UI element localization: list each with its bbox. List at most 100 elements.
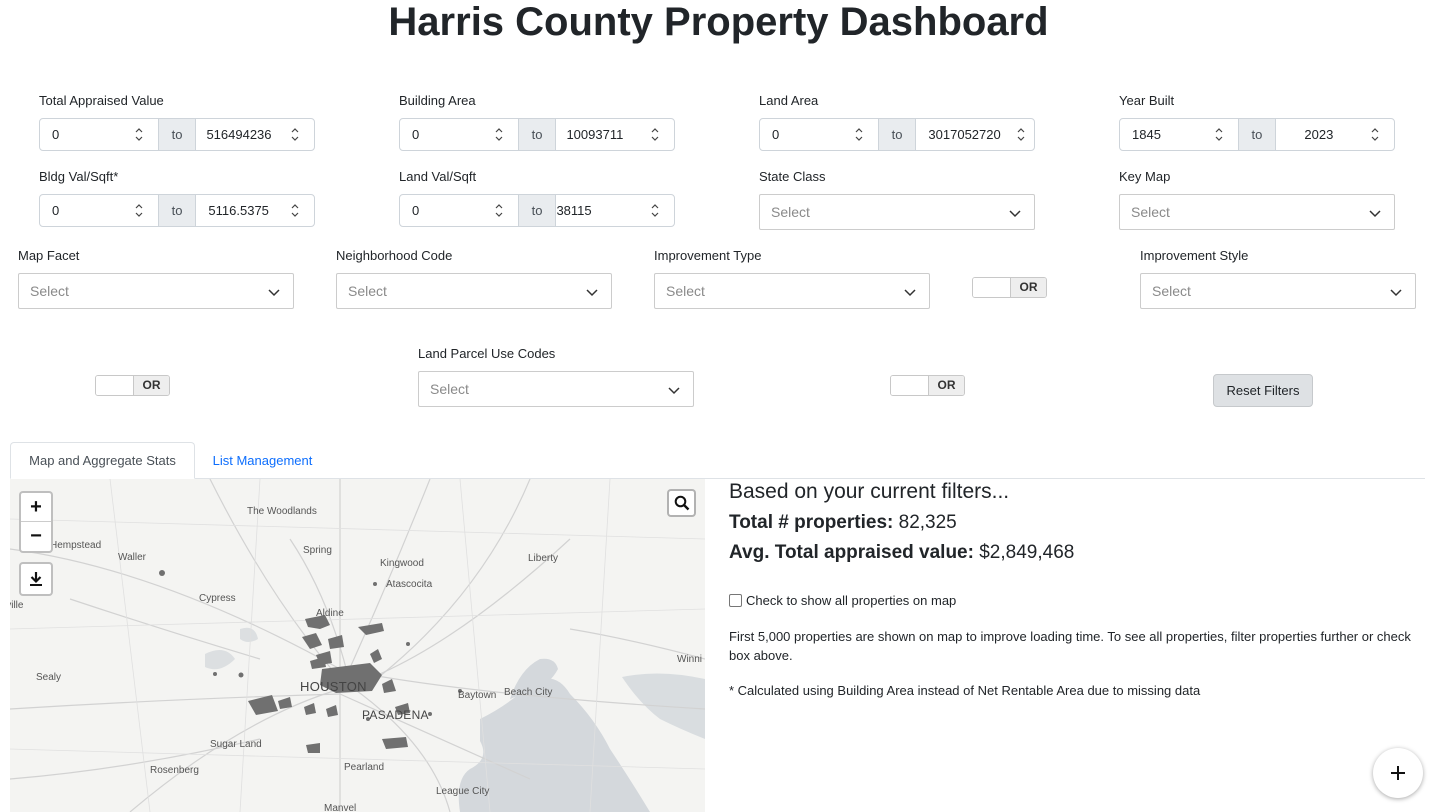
toggle-label: OR [134,376,169,395]
map-label-liberty: Liberty [528,553,559,564]
spinner-icon[interactable] [650,202,660,219]
map-label-the-woodlands: The Woodlands [247,506,317,517]
key-map-select[interactable]: Select [1119,194,1395,230]
state-class-placeholder: Select [771,204,810,220]
year-built-max-input[interactable]: 2023 [1276,119,1394,150]
improvement-style-placeholder: Select [1152,283,1191,299]
spinner-icon[interactable] [290,202,300,219]
spinner-icon[interactable] [290,126,300,143]
bldg-val-sqft-min-input[interactable]: 0 [40,195,159,226]
land-parcel-use-codes-label: Land Parcel Use Codes [418,346,556,361]
land-area-max-input[interactable]: 3017052720 [916,119,1034,150]
improvement-style-label: Improvement Style [1140,248,1249,263]
land-parcel-or-toggle[interactable]: OR [890,375,965,396]
building-area-min-input[interactable]: 0 [400,119,519,150]
avg-appraised-value-stat: Avg. Total appraised value: $2,849,468 [729,542,1074,564]
zoom-control: + − [19,491,53,553]
toggle-knob [973,278,1011,297]
plus-icon [1391,766,1405,780]
range-separator: to [158,119,197,150]
map-view[interactable]: The Woodlands Hempstead Waller Spring Ki… [10,479,705,812]
chevron-down-icon [1009,210,1021,218]
range-separator: to [518,195,557,226]
spinner-icon[interactable] [1016,126,1026,143]
total-properties-value: 82,325 [898,512,957,533]
download-button[interactable] [19,562,53,596]
land-val-sqft-range: 0 to 38115 [399,194,675,227]
map-facet-label: Map Facet [18,248,80,263]
spinner-icon[interactable] [494,126,504,143]
spinner-icon[interactable] [134,126,144,143]
range-separator: to [878,119,917,150]
tab-list-management[interactable]: List Management [200,442,325,479]
land-area-min-input[interactable]: 0 [760,119,879,150]
land-parcel-use-codes-select[interactable]: Select [418,371,694,407]
spinner-icon[interactable] [134,202,144,219]
spinner-icon[interactable] [494,202,504,219]
avg-appraised-value-label: Avg. Total appraised value: [729,542,974,563]
neighborhood-code-label: Neighborhood Code [336,248,453,263]
reset-filters-button[interactable]: Reset Filters [1213,374,1313,407]
land-val-sqft-min-input[interactable]: 0 [400,195,519,226]
show-all-label[interactable]: Check to show all properties on map [746,593,956,608]
neighborhood-code-select[interactable]: Select [336,273,612,309]
improvement-type-select[interactable]: Select [654,273,930,309]
avg-appraised-value-value: $2,849,468 [979,542,1075,563]
map-search-button[interactable] [667,489,696,517]
building-area-range: 0 to 10093711 [399,118,675,151]
range-separator: to [158,195,197,226]
state-class-select[interactable]: Select [759,194,1035,230]
spinner-icon[interactable] [1214,126,1224,143]
total-appraised-value-label: Total Appraised Value [39,93,164,108]
land-area-range: 0 to 3017052720 [759,118,1035,151]
building-area-label: Building Area [399,93,476,108]
building-area-max-input[interactable]: 10093711 [556,119,674,150]
bldg-val-sqft-label: Bldg Val/Sqft* [39,169,119,184]
show-all-checkbox[interactable] [729,594,742,607]
spinner-icon[interactable] [1370,126,1380,143]
stats-heading: Based on your current filters... [729,480,1010,503]
improvement-type-or-toggle[interactable]: OR [972,277,1047,298]
chevron-down-icon [586,289,598,297]
chevron-down-icon [1369,210,1381,218]
map-label-ville: lville [10,600,24,611]
total-properties-stat: Total # properties: 82,325 [729,512,957,534]
land-val-sqft-max-input[interactable]: 38115 [556,195,674,226]
tab-map-and-aggregate-stats[interactable]: Map and Aggregate Stats [10,442,195,479]
calculation-note: * Calculated using Building Area instead… [729,683,1201,698]
improvement-type-label: Improvement Type [654,248,762,263]
year-built-label: Year Built [1119,93,1175,108]
search-icon [674,495,689,511]
total-properties-label: Total # properties: [729,512,894,533]
year-built-range: 1845 to 2023 [1119,118,1395,151]
map-label-manvel: Manvel [324,803,357,812]
zoom-out-button[interactable]: − [21,522,51,551]
total-appraised-value-min-input[interactable]: 0 [40,119,159,150]
map-label-sealy: Sealy [36,672,62,683]
year-built-min-input[interactable]: 1845 [1120,119,1239,150]
map-facet-select[interactable]: Select [18,273,294,309]
improvement-type-placeholder: Select [666,283,705,299]
land-parcel-use-codes-placeholder: Select [430,381,469,397]
chevron-down-icon [668,387,680,395]
spinner-icon[interactable] [854,126,864,143]
improvement-style-select[interactable]: Select [1140,273,1416,309]
map-label-cypress: Cypress [199,593,236,604]
map-label-atascocita: Atascocita [386,579,433,590]
chevron-down-icon [268,289,280,297]
spinner-icon[interactable] [650,126,660,143]
add-fab-button[interactable] [1373,748,1423,798]
map-label-waller: Waller [118,552,146,563]
land-val-sqft-label: Land Val/Sqft [399,169,477,184]
total-appraised-value-max-input[interactable]: 516494236 [196,119,314,150]
key-map-label: Key Map [1119,169,1171,184]
chevron-down-icon [1390,289,1402,297]
map-label-pasadena: PASADENA [362,708,429,722]
map-label-baytown: Baytown [458,690,497,701]
bldg-val-sqft-max-input[interactable]: 5116.5375 [196,195,314,226]
zoom-in-button[interactable]: + [21,493,51,522]
loading-note: First 5,000 properties are shown on map … [729,629,1411,663]
map-label-pearland: Pearland [344,762,385,773]
map-facet-or-toggle[interactable]: OR [95,375,170,396]
total-appraised-value-range: 0 to 516494236 [39,118,315,151]
